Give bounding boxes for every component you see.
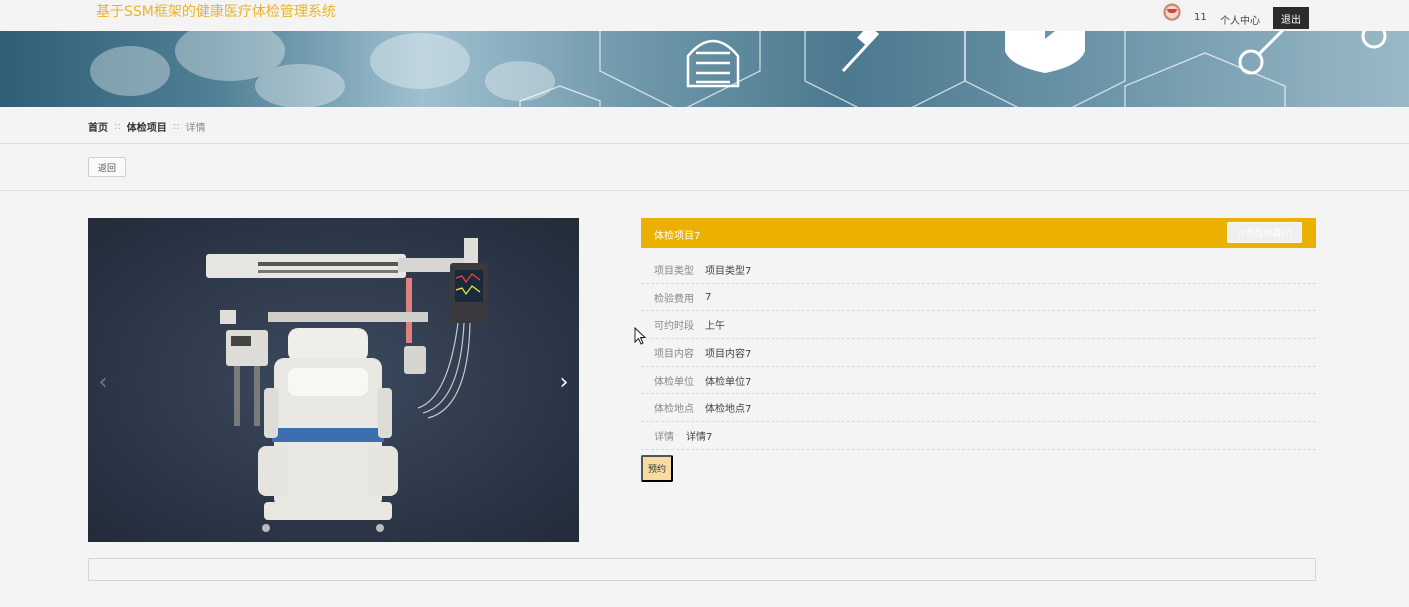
carousel-next-button[interactable]: ›: [554, 368, 574, 396]
user-avatar[interactable]: [1159, 0, 1185, 22]
breadcrumb-current: 详情: [185, 123, 206, 134]
field-value: 7: [705, 291, 712, 303]
detail-header: 体检项目7 ☆点我收藏(7): [641, 218, 1316, 248]
breadcrumb-separator: ::: [114, 121, 121, 132]
field-value: 体检单位7: [705, 376, 752, 388]
personal-center-link[interactable]: 个人中心: [1220, 12, 1260, 27]
detail-fields: 项目类型 项目类型7 检验费用 7 可约时段 上午 项目内容 项目内容7 体检单…: [641, 256, 1316, 450]
field-row: 详情 详情7: [641, 422, 1316, 450]
item-title: 体检项目7: [654, 231, 701, 242]
field-row: 体检地点 体检地点7: [641, 394, 1316, 423]
field-row: 项目内容 项目内容7: [641, 339, 1316, 367]
breadcrumb-home[interactable]: 首页: [88, 119, 108, 134]
field-row: 可约时段 上午: [641, 311, 1316, 340]
field-row: 项目类型 项目类型7: [641, 256, 1316, 284]
breadcrumb-bar: 首页 :: 体检项目 :: 详情: [0, 107, 1409, 144]
field-row: 体检单位 体检单位7: [641, 367, 1316, 395]
back-button[interactable]: 返回: [88, 157, 126, 177]
field-label: 详情: [654, 431, 674, 443]
book-button[interactable]: 预约: [641, 455, 673, 482]
content-box: [88, 558, 1316, 581]
hospital-bed-image: [206, 238, 488, 532]
top-bar: 基于SSM框架的健康医疗体检管理系统 11 个人中心 退出: [0, 0, 1409, 31]
item-image-carousel: ‹ ›: [88, 218, 579, 542]
field-label: 可约时段: [654, 321, 694, 333]
logout-button[interactable]: 退出: [1273, 7, 1309, 29]
site-title[interactable]: 基于SSM框架的健康医疗体检管理系统: [96, 1, 336, 21]
field-label: 检验费用: [654, 293, 694, 305]
banner-carousel: [0, 31, 1409, 107]
field-label: 项目类型: [654, 265, 694, 277]
username[interactable]: 11: [1194, 12, 1207, 23]
back-bar: 返回: [0, 144, 1409, 191]
field-label: 体检地点: [654, 404, 694, 416]
banner-graphic: [90, 31, 1387, 107]
breadcrumb-section[interactable]: 体检项目: [127, 119, 167, 134]
field-value: 详情7: [686, 431, 713, 443]
field-label: 项目内容: [654, 348, 694, 360]
carousel-prev-button[interactable]: ‹: [93, 368, 113, 396]
breadcrumb-separator: ::: [172, 121, 180, 132]
field-value: 项目内容7: [705, 348, 752, 360]
field-label: 体检单位: [654, 376, 694, 388]
breadcrumb: 首页 :: 体检项目 :: 详情: [88, 119, 206, 134]
favorite-button[interactable]: ☆点我收藏(7): [1227, 222, 1302, 243]
field-value: 项目类型7: [705, 265, 752, 277]
field-value: 上午: [705, 321, 725, 333]
field-row: 检验费用 7: [641, 284, 1316, 312]
mouse-cursor-icon: [634, 327, 646, 345]
field-value: 体检地点7: [705, 404, 752, 416]
